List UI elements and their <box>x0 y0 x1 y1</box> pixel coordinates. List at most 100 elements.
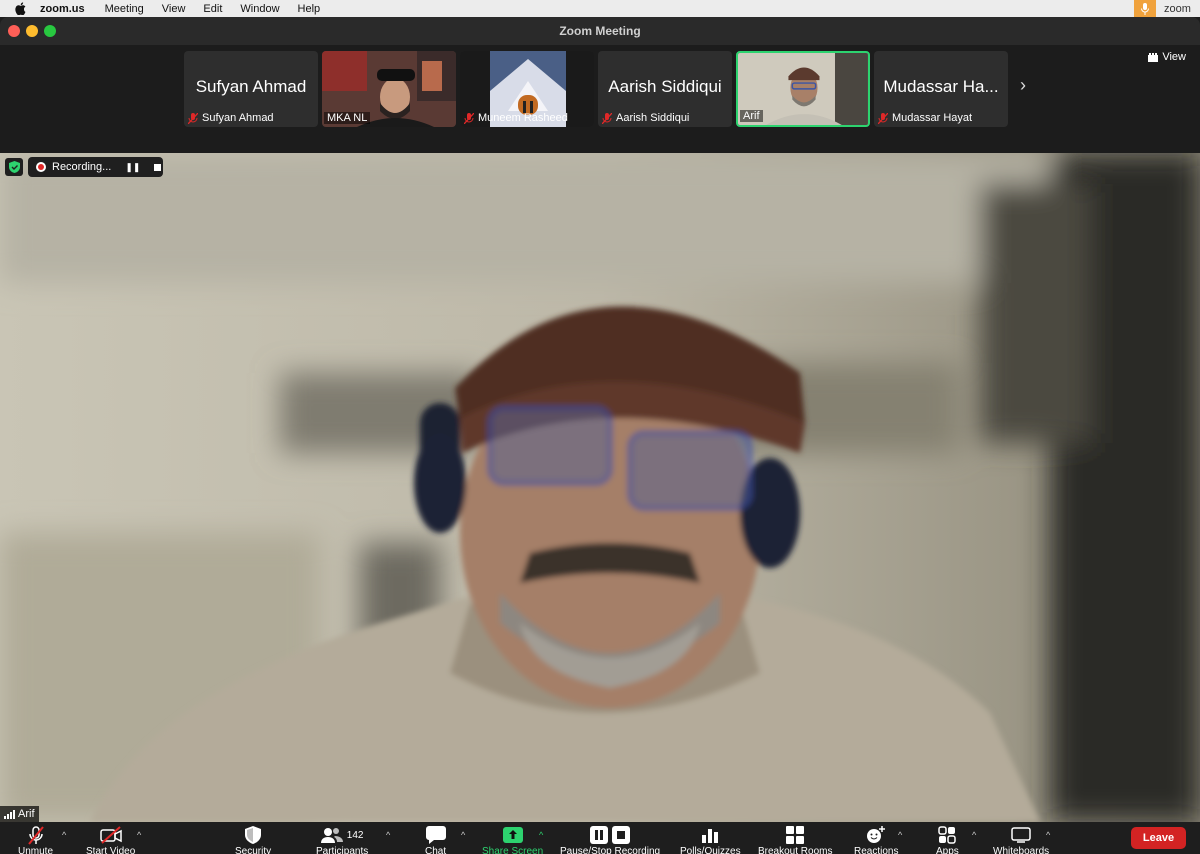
participants-options-caret-icon[interactable]: ^ <box>386 830 390 840</box>
pause-stop-label: Pause/Stop Recording <box>560 846 661 854</box>
participant-label: Mudassar Hayat <box>878 112 972 124</box>
participant-name: Mudassar Hayat <box>892 112 973 124</box>
smiley-plus-icon <box>866 824 886 846</box>
zoom-window-button[interactable] <box>44 25 56 37</box>
view-grid-icon <box>1148 52 1159 62</box>
muted-mic-icon <box>188 112 198 124</box>
unmute-button[interactable]: Unmute <box>18 824 53 854</box>
signal-bars-icon <box>4 809 15 819</box>
polls-quizzes-label: Polls/Quizzes <box>680 846 741 854</box>
participant-big-name: Sufyan Ahmad <box>195 77 307 96</box>
participant-label: Muneem Rasheed <box>464 112 568 124</box>
participant-big-name: Mudassar Ha... <box>883 77 999 96</box>
muted-mic-icon <box>878 112 888 124</box>
start-video-label: Start Video <box>86 846 136 854</box>
muted-mic-icon <box>464 112 474 124</box>
participant-strip: Sufyan Ahmad Sufyan Ahmad MKA NL Muneem … <box>0 45 1200 153</box>
minimize-window-button[interactable] <box>26 25 38 37</box>
participant-tile[interactable]: Sufyan Ahmad Sufyan Ahmad <box>184 51 318 127</box>
menu-window[interactable]: Window <box>240 3 279 15</box>
participant-label: MKA NL <box>324 112 371 124</box>
apple-icon[interactable] <box>0 2 40 15</box>
menu-app-name[interactable]: zoom.us <box>40 3 85 15</box>
zoom-menubar-logo[interactable]: zoom <box>1164 3 1200 15</box>
whiteboard-icon <box>1011 824 1031 846</box>
participants-label: Participants <box>316 846 369 854</box>
apps-button[interactable]: Apps <box>936 824 959 854</box>
mic-in-use-icon[interactable] <box>1134 0 1156 17</box>
stop-recording-icon[interactable] <box>154 163 162 171</box>
breakout-rooms-label: Breakout Rooms <box>758 846 833 854</box>
share-options-caret-icon[interactable]: ^ <box>539 830 543 840</box>
meeting-toolbar: Unmute ^ Start Video ^ Security 142 Part… <box>0 822 1200 854</box>
share-screen-icon <box>502 824 523 846</box>
view-label: View <box>1162 51 1186 63</box>
recording-dot-icon <box>36 162 46 172</box>
audio-options-caret-icon[interactable]: ^ <box>62 830 66 840</box>
security-button[interactable]: Security <box>235 824 271 854</box>
encryption-shield-icon[interactable] <box>5 158 23 176</box>
participant-tile[interactable]: Aarish Siddiqui Aarish Siddiqui <box>598 51 732 127</box>
menu-view[interactable]: View <box>162 3 186 15</box>
participant-tile[interactable]: MKA NL <box>322 51 456 127</box>
shield-icon <box>245 824 262 846</box>
breakout-grid-icon <box>786 824 805 846</box>
participant-label: Arif <box>740 110 763 122</box>
reactions-options-caret-icon[interactable]: ^ <box>898 830 902 840</box>
participant-tile[interactable]: Mudassar Ha... Mudassar Hayat <box>874 51 1008 127</box>
bar-chart-icon <box>701 824 719 846</box>
pause-stop-icon <box>590 824 631 846</box>
video-off-icon <box>99 824 123 846</box>
whiteboards-button[interactable]: Whiteboards <box>993 824 1049 854</box>
participant-tile-active-speaker[interactable]: Arif <box>736 51 870 127</box>
unmute-label: Unmute <box>18 846 54 854</box>
window-title: Zoom Meeting <box>559 24 641 38</box>
pause-recording-icon[interactable]: ❚❚ <box>125 162 140 173</box>
participants-icon: 142 <box>320 824 363 846</box>
participant-name: MKA NL <box>327 112 368 124</box>
whiteboards-label: Whiteboards <box>993 846 1050 854</box>
zoom-window: Zoom Meeting Sufyan Ahmad Sufyan Ahmad M… <box>0 17 1200 854</box>
participant-label: Aarish Siddiqui <box>602 112 689 124</box>
participant-label: Sufyan Ahmad <box>188 112 274 124</box>
video-options-caret-icon[interactable]: ^ <box>137 830 141 840</box>
view-button[interactable]: View <box>1148 51 1186 63</box>
polls-quizzes-button[interactable]: Polls/Quizzes <box>680 824 741 854</box>
reactions-label: Reactions <box>854 846 899 854</box>
chat-button[interactable]: Chat <box>425 824 446 854</box>
share-screen-label: Share Screen <box>482 846 544 854</box>
next-page-chevron-icon[interactable]: › <box>1020 75 1026 96</box>
menu-edit[interactable]: Edit <box>203 3 222 15</box>
chat-bubble-icon <box>425 824 446 846</box>
menu-help[interactable]: Help <box>298 3 321 15</box>
speaker-name-tag: Arif <box>0 806 39 822</box>
menu-meeting[interactable]: Meeting <box>105 3 144 15</box>
participant-big-name: Aarish Siddiqui <box>608 77 722 96</box>
participants-button[interactable]: 142 Participants <box>316 824 368 854</box>
muted-mic-icon <box>602 112 612 124</box>
leave-button[interactable]: Leave <box>1131 827 1186 849</box>
security-label: Security <box>235 846 272 854</box>
start-video-button[interactable]: Start Video <box>86 824 135 854</box>
pause-stop-recording-button[interactable]: Pause/Stop Recording <box>560 824 660 854</box>
participant-tile[interactable]: Muneem Rasheed <box>460 51 594 127</box>
chat-label: Chat <box>425 846 447 854</box>
breakout-rooms-button[interactable]: Breakout Rooms <box>758 824 832 854</box>
chat-options-caret-icon[interactable]: ^ <box>461 830 465 840</box>
menu-bar: zoom.us Meeting View Edit Window Help zo… <box>0 0 1200 17</box>
muted-microphone-icon <box>26 824 46 846</box>
apps-icon <box>938 824 957 846</box>
participant-name: Sufyan Ahmad <box>202 112 274 124</box>
recording-label: Recording... <box>52 161 112 173</box>
whiteboards-options-caret-icon[interactable]: ^ <box>1046 830 1050 840</box>
share-screen-button[interactable]: Share Screen <box>482 824 543 854</box>
participant-name: Muneem Rasheed <box>478 112 568 124</box>
reactions-button[interactable]: Reactions <box>854 824 898 854</box>
speaker-video-frame <box>0 153 1200 822</box>
active-speaker-video[interactable]: Recording... ❚❚ Arif <box>0 153 1200 822</box>
title-bar: Zoom Meeting <box>0 17 1200 45</box>
recording-indicator[interactable]: Recording... ❚❚ <box>28 157 163 177</box>
speaker-name: Arif <box>18 808 35 820</box>
apps-options-caret-icon[interactable]: ^ <box>972 830 976 840</box>
close-window-button[interactable] <box>8 25 20 37</box>
